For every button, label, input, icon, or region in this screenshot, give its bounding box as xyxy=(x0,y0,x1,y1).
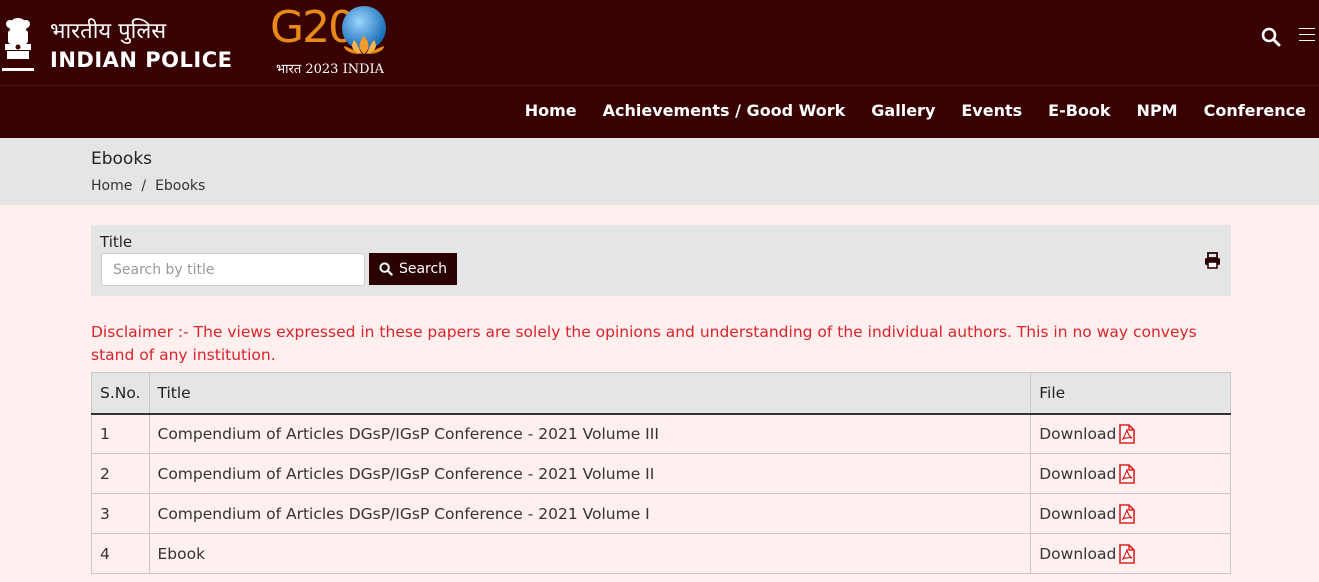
brand-english: INDIAN POLICE xyxy=(50,48,233,72)
main-nav: Home Achievements / Good Work Gallery Ev… xyxy=(525,100,1306,122)
page-header-band: Ebooks Home / Ebooks xyxy=(0,138,1319,205)
download-label: Download xyxy=(1039,464,1117,483)
pdf-icon xyxy=(1119,503,1136,524)
row-file: Download xyxy=(1030,533,1231,574)
site-brand[interactable]: भारतीय पुलिस INDIAN POLICE xyxy=(50,18,232,74)
hamburger-menu-icon[interactable] xyxy=(1299,28,1315,42)
nav-conference[interactable]: Conference xyxy=(1204,100,1306,122)
row-title: Ebook xyxy=(148,533,1032,574)
row-title: Compendium of Articles DGsP/IGsP Confere… xyxy=(148,413,1032,454)
table-row: 1 Compendium of Articles DGsP/IGsP Confe… xyxy=(91,413,1231,454)
search-panel: Title Search xyxy=(91,225,1231,296)
disclaimer-text: Disclaimer :- The views expressed in the… xyxy=(91,323,1197,364)
brand-hindi: भारतीय पुलिस xyxy=(50,19,167,44)
row-file: Download xyxy=(1030,493,1231,534)
row-sno: 2 xyxy=(91,453,150,494)
download-link[interactable]: Download xyxy=(1039,503,1136,524)
row-file: Download xyxy=(1030,413,1231,454)
table-row: 3 Compendium of Articles DGsP/IGsP Confe… xyxy=(91,493,1231,534)
header-divider xyxy=(0,85,1319,86)
download-label: Download xyxy=(1039,424,1117,443)
title-field-label: Title xyxy=(100,233,133,251)
ebooks-table: S.No. Title File 1 Compendium of Article… xyxy=(91,372,1231,574)
page-title: Ebooks xyxy=(91,149,153,169)
table-header-row: S.No. Title File xyxy=(91,372,1231,415)
site-header: भारतीय पुलिस INDIAN POLICE G20 भारत 2023… xyxy=(0,0,1319,138)
nav-ebook[interactable]: E-Book xyxy=(1048,100,1110,122)
nav-gallery[interactable]: Gallery xyxy=(871,100,935,122)
title-search-input[interactable] xyxy=(101,253,365,286)
download-label: Download xyxy=(1039,544,1117,563)
print-icon[interactable] xyxy=(1204,252,1221,269)
row-sno: 1 xyxy=(91,413,150,454)
column-header-file: File xyxy=(1030,372,1231,415)
row-sno: 4 xyxy=(91,533,150,574)
download-link[interactable]: Download xyxy=(1039,463,1136,484)
row-title: Compendium of Articles DGsP/IGsP Confere… xyxy=(148,493,1032,534)
table-row: 4 Ebook Download xyxy=(91,533,1231,574)
breadcrumb-home[interactable]: Home xyxy=(91,178,132,194)
column-header-sno: S.No. xyxy=(91,372,150,415)
nav-achievements[interactable]: Achievements / Good Work xyxy=(603,100,846,122)
g20-subtitle: भारत 2023 INDIA xyxy=(276,62,385,77)
pdf-icon xyxy=(1119,423,1136,444)
row-file: Download xyxy=(1030,453,1231,494)
state-emblem-icon[interactable] xyxy=(0,12,36,78)
breadcrumb-separator: / xyxy=(141,178,147,194)
g20-logo: G20 भारत 2023 INDIA xyxy=(268,2,398,84)
pdf-icon xyxy=(1119,543,1136,564)
download-label: Download xyxy=(1039,504,1117,523)
row-sno: 3 xyxy=(91,493,150,534)
search-button-label: Search xyxy=(398,261,448,277)
breadcrumb-current: Ebooks xyxy=(155,178,206,194)
nav-events[interactable]: Events xyxy=(961,100,1022,122)
pdf-icon xyxy=(1119,463,1136,484)
download-link[interactable]: Download xyxy=(1039,543,1136,564)
nav-npm[interactable]: NPM xyxy=(1137,100,1178,122)
table-row: 2 Compendium of Articles DGsP/IGsP Confe… xyxy=(91,453,1231,494)
breadcrumb: Home / Ebooks xyxy=(91,178,205,194)
download-link[interactable]: Download xyxy=(1039,423,1136,444)
search-icon[interactable] xyxy=(1261,27,1281,47)
search-button[interactable]: Search xyxy=(369,253,457,285)
column-header-title: Title xyxy=(148,372,1032,415)
row-title: Compendium of Articles DGsP/IGsP Confere… xyxy=(148,453,1032,494)
nav-home[interactable]: Home xyxy=(525,100,577,122)
g20-lotus-icon xyxy=(344,36,384,54)
search-button-icon xyxy=(379,262,393,276)
